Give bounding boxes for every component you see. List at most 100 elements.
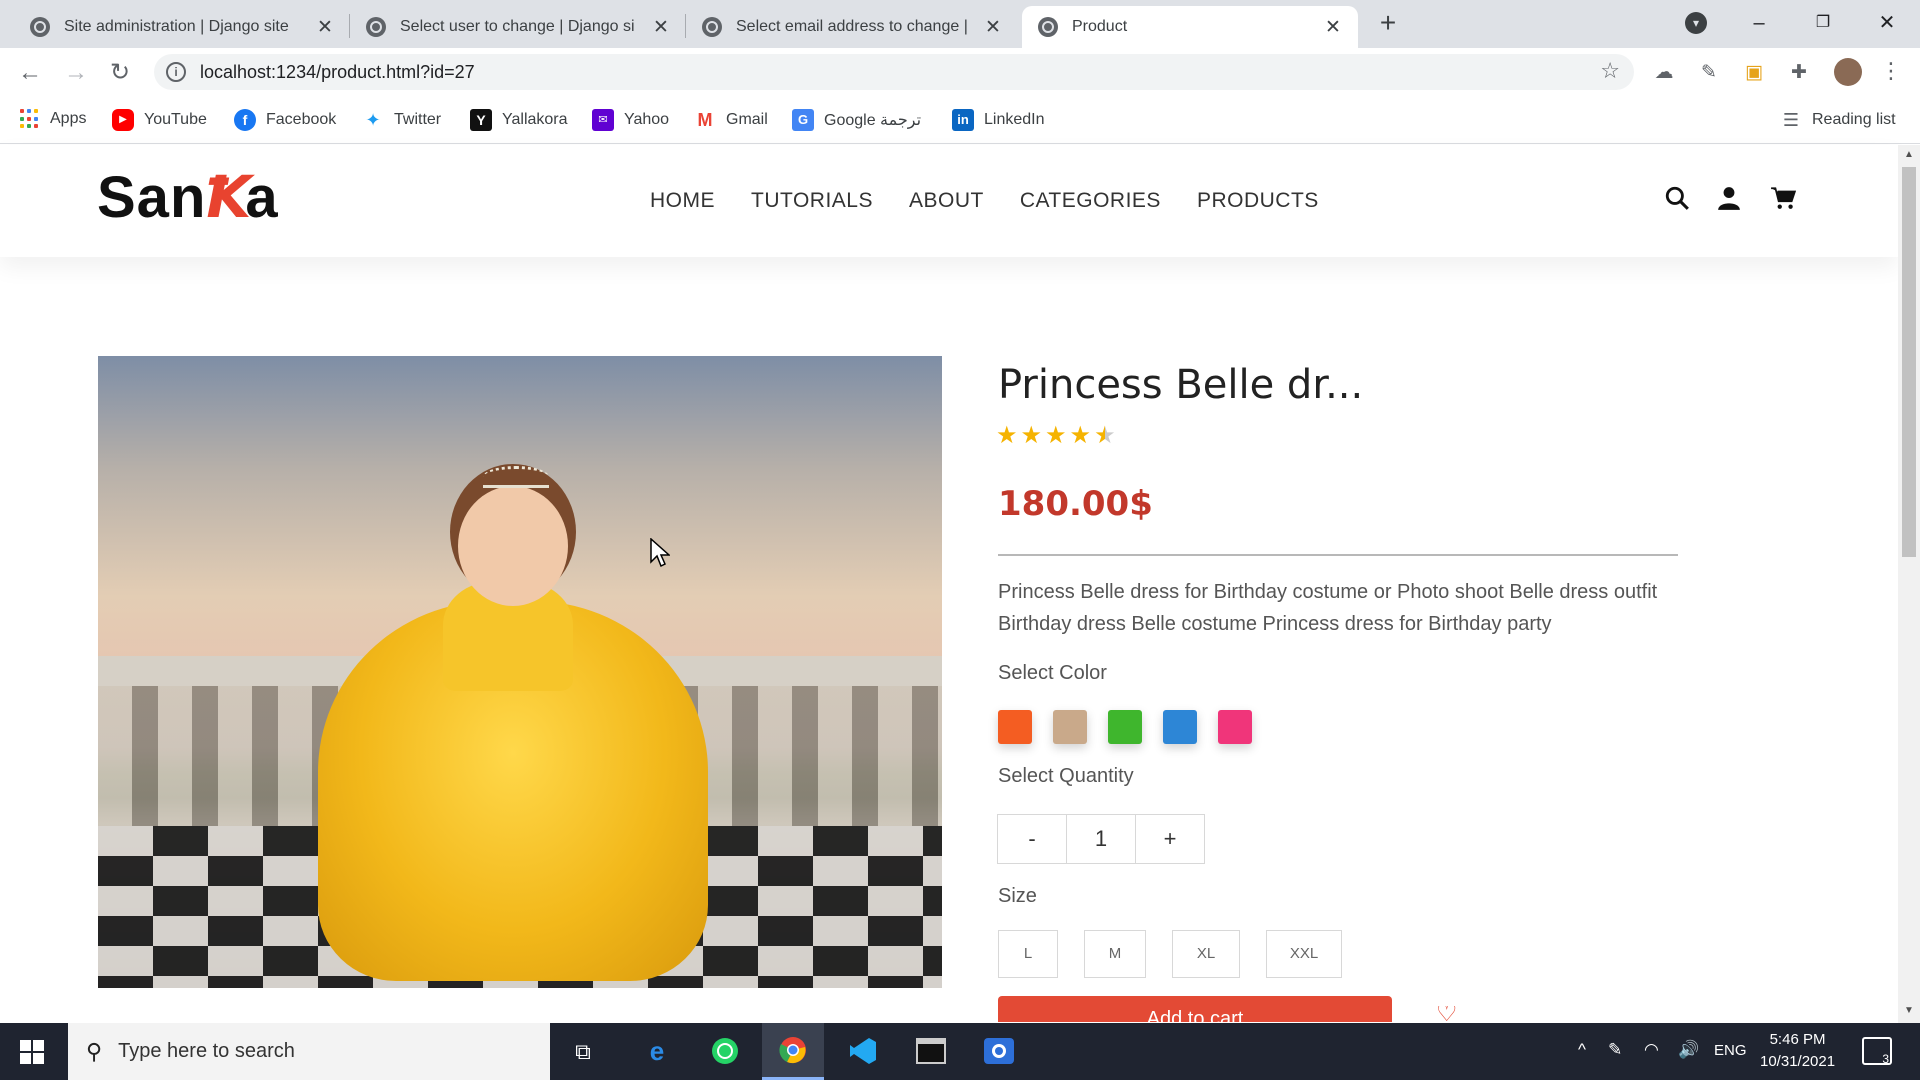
close-window-icon[interactable]: ✕	[1864, 6, 1910, 40]
new-tab-button[interactable]: +	[1372, 8, 1404, 40]
edge-icon[interactable]: e	[626, 1023, 688, 1080]
bookmark-twitter[interactable]: ✦ Twitter	[362, 109, 441, 131]
windows-start-icon[interactable]	[20, 1040, 44, 1064]
whatsapp-icon[interactable]	[694, 1023, 756, 1080]
pen-icon[interactable]: ✎	[1608, 1040, 1622, 1060]
language-indicator[interactable]: ENG	[1714, 1042, 1747, 1059]
browser-tab[interactable]: Site administration | Django site ✕	[14, 6, 350, 48]
quantity-decrease-button[interactable]: -	[997, 814, 1067, 864]
notifications-icon[interactable]: 3	[1862, 1037, 1892, 1066]
close-icon[interactable]: ✕	[314, 16, 336, 39]
size-option-xxl[interactable]: XXL	[1266, 930, 1342, 978]
bookmark-google-translate[interactable]: G Google ترجمة	[792, 109, 921, 131]
terminal-icon[interactable]	[900, 1023, 962, 1080]
color-swatch-pink[interactable]	[1218, 710, 1252, 744]
heart-icon[interactable]: ♡	[1436, 1006, 1458, 1022]
size-option-m[interactable]: M	[1084, 930, 1146, 978]
task-view-icon[interactable]: ⧉	[552, 1023, 614, 1080]
profile-avatar[interactable]	[1834, 58, 1862, 86]
taskbar-clock[interactable]: 5:46 PM 10/31/2021	[1760, 1029, 1835, 1073]
close-icon[interactable]: ✕	[650, 16, 672, 39]
cloud-extension-icon[interactable]: ☁	[1652, 61, 1676, 85]
logo-text: San	[97, 165, 207, 230]
bookmark-yallakora[interactable]: Y Yallakora	[470, 109, 568, 131]
color-swatch-blue[interactable]	[1163, 710, 1197, 744]
scroll-up-arrow-icon[interactable]: ▲	[1898, 149, 1920, 160]
nav-categories[interactable]: CATEGORIES	[1020, 189, 1161, 213]
vscode-icon[interactable]	[832, 1023, 894, 1080]
scroll-down-arrow-icon[interactable]: ▼	[1898, 1005, 1920, 1016]
tab-title: Select user to change | Django si	[400, 18, 635, 35]
quantity-input[interactable]: 1	[1066, 814, 1136, 864]
page-scrollbar[interactable]: ▲ ▼	[1898, 145, 1920, 1023]
search-icon[interactable]	[1662, 185, 1692, 215]
close-icon[interactable]: ✕	[982, 16, 1004, 39]
image-tiara	[483, 466, 549, 488]
star-icon: ★	[1020, 422, 1043, 449]
bookmark-yahoo[interactable]: ✉ Yahoo	[592, 109, 669, 131]
half-star-icon: ★	[1094, 422, 1116, 449]
taskbar-search-box[interactable]: ⚲ Type here to search	[68, 1023, 550, 1080]
select-quantity-label: Select Quantity	[998, 765, 1134, 787]
camera-app-icon[interactable]	[968, 1023, 1030, 1080]
nav-home[interactable]: HOME	[650, 189, 715, 213]
user-icon[interactable]	[1714, 185, 1744, 215]
close-icon[interactable]: ✕	[1322, 16, 1344, 39]
select-color-label: Select Color	[998, 662, 1107, 684]
bookmark-label: Twitter	[394, 111, 442, 128]
cart-icon[interactable]	[1768, 185, 1798, 215]
windows-taskbar: ⚲ Type here to search ⧉ e ^ ✎ ◠ 🔊 ENG 5:…	[0, 1023, 1920, 1080]
add-to-cart-button[interactable]: Add to cart	[998, 996, 1392, 1022]
screenshot-extension-icon[interactable]: ▣	[1742, 61, 1766, 85]
bookmark-youtube[interactable]: ▶ YouTube	[112, 109, 207, 131]
bookmark-label: Gmail	[726, 111, 768, 128]
minimize-icon[interactable]: –	[1736, 6, 1782, 40]
extensions-puzzle-icon[interactable]: ✚	[1787, 61, 1811, 85]
bookmark-star-icon[interactable]: ☆	[1600, 58, 1620, 84]
menu-kebab-icon[interactable]: ⋮	[1880, 58, 1902, 84]
bookmark-linkedin[interactable]: in LinkedIn	[952, 109, 1045, 131]
color-swatch-tan[interactable]	[1053, 710, 1087, 744]
wifi-icon[interactable]: ◠	[1644, 1040, 1659, 1060]
site-info-icon[interactable]: i	[166, 62, 186, 82]
quantity-increase-button[interactable]: +	[1135, 814, 1205, 864]
url-text: localhost:1234/product.html?id=27	[200, 62, 475, 82]
size-options: L M XL XXL	[998, 930, 1342, 978]
bookmark-label: Yallakora	[502, 111, 568, 128]
browser-tab-strip: Site administration | Django site ✕ Sele…	[0, 0, 1920, 48]
nav-tutorials[interactable]: TUTORIALS	[751, 189, 873, 213]
site-logo[interactable]: SanꝀa	[97, 163, 279, 231]
size-option-xl[interactable]: XL	[1172, 930, 1240, 978]
volume-icon[interactable]: 🔊	[1678, 1040, 1699, 1060]
bookmark-apps[interactable]: Apps	[20, 109, 86, 129]
globe-icon	[1038, 17, 1058, 37]
reload-icon[interactable]: ↻	[104, 57, 136, 89]
google-translate-icon: G	[792, 109, 814, 131]
forward-icon[interactable]: →	[60, 57, 92, 89]
tray-chevron-icon[interactable]: ^	[1578, 1040, 1586, 1060]
reading-list[interactable]: ☰ Reading list	[1780, 109, 1896, 131]
bookmark-label: Google ترجمة	[824, 112, 922, 129]
tab-search-icon[interactable]: ▾	[1685, 12, 1707, 34]
color-swatch-orange[interactable]	[998, 710, 1032, 744]
star-icon: ★	[1069, 422, 1092, 449]
browser-tab-active[interactable]: Product ✕	[1022, 6, 1358, 48]
color-swatch-green[interactable]	[1108, 710, 1142, 744]
address-bar[interactable]: i localhost:1234/product.html?id=27 ☆	[154, 54, 1634, 90]
chrome-icon[interactable]	[762, 1023, 824, 1080]
bookmark-gmail[interactable]: M Gmail	[694, 109, 768, 131]
product-title: Princess Belle dr...	[998, 362, 1364, 408]
nav-products[interactable]: PRODUCTS	[1197, 189, 1319, 213]
scrollbar-thumb[interactable]	[1902, 167, 1916, 557]
globe-icon	[30, 17, 50, 37]
size-option-l[interactable]: L	[998, 930, 1058, 978]
image-child-head	[458, 486, 568, 606]
back-icon[interactable]: ←	[14, 57, 46, 89]
browser-tab[interactable]: Select user to change | Django si ✕	[350, 6, 686, 48]
browser-tab[interactable]: Select email address to change | ✕	[686, 6, 1018, 48]
restore-icon[interactable]: ❐	[1800, 6, 1846, 40]
bookmark-facebook[interactable]: f Facebook	[234, 109, 336, 131]
star-icon: ★	[1045, 422, 1067, 449]
nav-about[interactable]: ABOUT	[909, 189, 984, 213]
eyedropper-extension-icon[interactable]: ✎	[1697, 61, 1721, 85]
